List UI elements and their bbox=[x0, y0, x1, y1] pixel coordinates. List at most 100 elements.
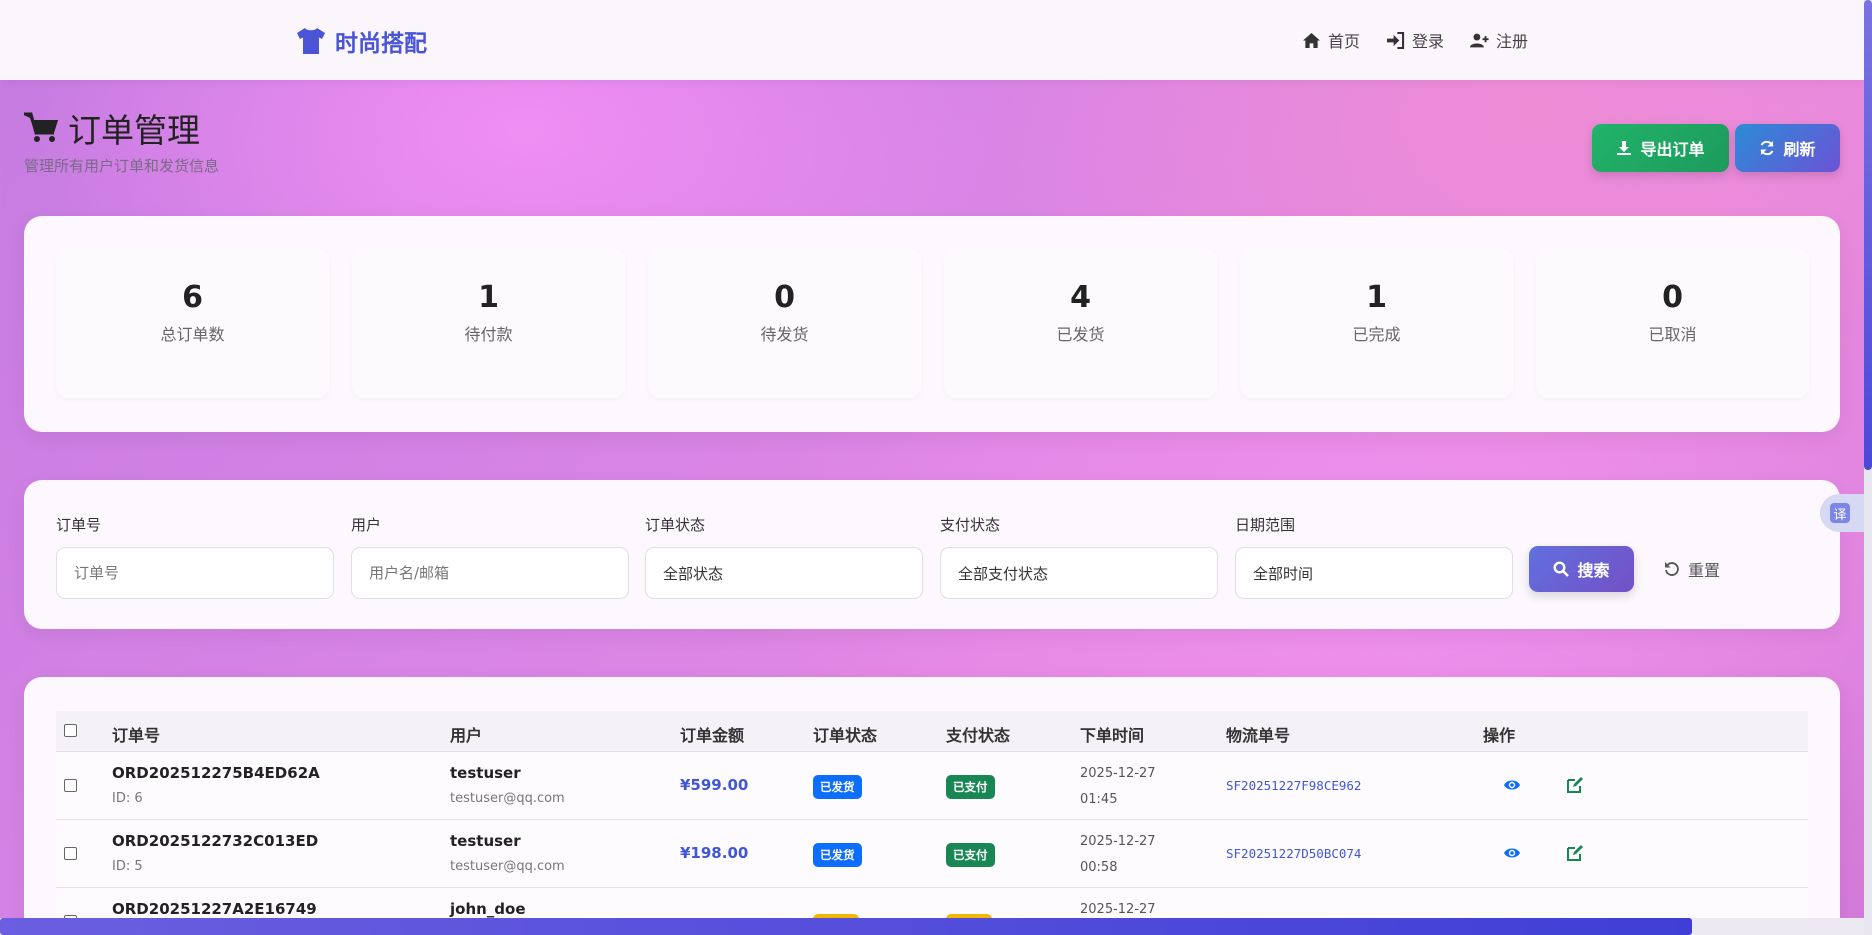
search-button[interactable]: 搜索 bbox=[1529, 546, 1634, 592]
order-status-cell: 已发货 bbox=[813, 775, 862, 799]
reset-label: 重置 bbox=[1688, 561, 1721, 580]
order-no-input[interactable] bbox=[56, 547, 334, 599]
stat-value: 6 bbox=[182, 280, 203, 315]
pay-status-select[interactable]: 全部支付状态 bbox=[940, 547, 1218, 599]
export-orders-label: 导出订单 bbox=[1640, 140, 1705, 159]
user-cell: testuser testuser@qq.com bbox=[450, 832, 565, 874]
order-status-field: 订单状态 全部状态 bbox=[645, 514, 923, 599]
nav-login-link[interactable]: 登录 bbox=[1386, 28, 1444, 52]
order-status-label: 订单状态 bbox=[645, 516, 706, 534]
tracking-number[interactable]: SF20251227F98CE962 bbox=[1226, 778, 1361, 793]
user-email: testuser@qq.com bbox=[450, 859, 565, 874]
table-header: 订单号 用户 订单金额 订单状态 支付状态 下单时间 物流单号 操作 bbox=[56, 711, 1808, 752]
horizontal-scrollbar[interactable] bbox=[0, 918, 1864, 935]
order-cell: ORD2025122732C013ED ID: 5 bbox=[112, 832, 318, 874]
brand-name: 时尚搭配 bbox=[335, 31, 427, 57]
orders-table-card: 订单号 用户 订单金额 订单状态 支付状态 下单时间 物流单号 操作 ORD20… bbox=[24, 677, 1840, 935]
brand[interactable]: 时尚搭配 bbox=[295, 24, 427, 58]
date-range-select[interactable]: 全部时间 bbox=[1235, 547, 1513, 599]
stat-cancelled: 0 已取消 bbox=[1536, 248, 1809, 398]
order-cell: ORD202512275B4ED62A ID: 6 bbox=[112, 764, 320, 806]
stat-value: 0 bbox=[1662, 280, 1683, 315]
row-checkbox[interactable] bbox=[64, 779, 77, 792]
stat-total-orders: 6 总订单数 bbox=[56, 248, 329, 398]
nav-home-label: 首页 bbox=[1328, 32, 1361, 51]
page-subtitle: 管理所有用户订单和发货信息 bbox=[24, 157, 220, 175]
refresh-icon bbox=[1761, 140, 1774, 156]
user-cell: testuser testuser@qq.com bbox=[450, 764, 565, 806]
col-amount: 订单金额 bbox=[680, 726, 745, 745]
nav-home-link[interactable]: 首页 bbox=[1302, 28, 1360, 52]
user-label: 用户 bbox=[351, 516, 382, 534]
horizontal-scroll-thumb[interactable] bbox=[0, 918, 1692, 935]
user-name: testuser bbox=[450, 764, 521, 782]
stat-completed: 1 已完成 bbox=[1240, 248, 1513, 398]
pay-status-badge: 已支付 bbox=[946, 775, 995, 799]
translate-button[interactable]: 译 bbox=[1820, 494, 1866, 532]
select-all-checkbox[interactable] bbox=[64, 724, 77, 737]
user-name: john_doe bbox=[450, 900, 526, 918]
reset-button[interactable]: 重置 bbox=[1664, 546, 1764, 592]
edit-icon[interactable] bbox=[1566, 776, 1584, 794]
vertical-scroll-thumb[interactable] bbox=[1864, 0, 1872, 470]
col-tracking: 物流单号 bbox=[1226, 726, 1291, 745]
order-time-cell: 2025-12-27 00:58 bbox=[1080, 829, 1156, 881]
order-number: ORD202512275B4ED62A bbox=[112, 764, 320, 782]
order-time-cell: 2025-12-27 01:45 bbox=[1080, 761, 1156, 813]
download-icon bbox=[1617, 141, 1632, 155]
stats-card: 6 总订单数 1 待付款 0 待发货 4 已发货 1 已完成 0 已取消 bbox=[24, 216, 1840, 432]
pay-status-cell: 已支付 bbox=[946, 775, 995, 799]
nav-links: 首页 登录 注册 bbox=[1302, 28, 1528, 52]
user-plus-icon bbox=[1470, 33, 1489, 47]
nav-register-link[interactable]: 注册 bbox=[1470, 28, 1528, 52]
col-pay-status: 支付状态 bbox=[946, 726, 1011, 745]
user-field: 用户 bbox=[351, 514, 629, 599]
shopping-cart-icon bbox=[24, 112, 58, 142]
nav-register-label: 注册 bbox=[1496, 32, 1529, 51]
view-eye-icon[interactable] bbox=[1503, 776, 1521, 794]
tracking-number[interactable]: SF20251227D50BC074 bbox=[1226, 846, 1361, 861]
refresh-button[interactable]: 刷新 bbox=[1735, 124, 1840, 172]
pay-status-badge: 已支付 bbox=[946, 843, 995, 867]
navbar: 时尚搭配 首页 登录 注册 bbox=[0, 0, 1864, 80]
pay-status-field: 支付状态 全部支付状态 bbox=[940, 514, 1218, 599]
order-number: ORD20251227A2E16749 bbox=[112, 900, 317, 918]
user-email: testuser@qq.com bbox=[450, 791, 565, 806]
order-status-cell: 已发货 bbox=[813, 843, 862, 867]
table-row: ORD2025122732C013ED ID: 5 testuser testu… bbox=[56, 820, 1808, 888]
col-order-status: 订单状态 bbox=[813, 726, 878, 745]
order-status-badge: 已发货 bbox=[813, 843, 862, 867]
order-no-label: 订单号 bbox=[56, 516, 102, 534]
order-number: ORD2025122732C013ED bbox=[112, 832, 319, 850]
stat-label: 待发货 bbox=[760, 325, 809, 344]
pay-status-label: 支付状态 bbox=[940, 516, 1001, 534]
table-row: ORD202512275B4ED62A ID: 6 testuser testu… bbox=[56, 752, 1808, 820]
home-icon bbox=[1303, 32, 1320, 48]
filter-card: 订单号 用户 订单状态 全部状态 支付状态 全部支付状态 日期范围 全部时间 搜… bbox=[24, 480, 1840, 629]
search-label: 搜索 bbox=[1577, 561, 1610, 580]
view-eye-icon[interactable] bbox=[1503, 844, 1521, 862]
col-actions: 操作 bbox=[1483, 726, 1516, 745]
undo-icon bbox=[1665, 562, 1679, 576]
stat-value: 0 bbox=[774, 280, 795, 315]
stat-value: 1 bbox=[1366, 280, 1387, 315]
order-time: 00:58 bbox=[1080, 860, 1118, 875]
order-amount: ¥599.00 bbox=[680, 776, 749, 794]
pay-status-cell: 已支付 bbox=[946, 843, 995, 867]
order-status-select[interactable]: 全部状态 bbox=[645, 547, 923, 599]
stat-label: 已取消 bbox=[1648, 325, 1697, 344]
search-icon bbox=[1553, 561, 1570, 577]
stat-value: 1 bbox=[478, 280, 499, 315]
user-input[interactable] bbox=[351, 547, 629, 599]
vertical-scrollbar[interactable] bbox=[1864, 0, 1872, 935]
export-orders-button[interactable]: 导出订单 bbox=[1592, 124, 1729, 172]
order-date: 2025-12-27 bbox=[1080, 834, 1156, 849]
stat-pending-shipment: 0 待发货 bbox=[648, 248, 921, 398]
order-status-badge: 已发货 bbox=[813, 775, 862, 799]
order-cell: ORD20251227A2E16749 bbox=[112, 900, 317, 918]
edit-icon[interactable] bbox=[1566, 844, 1584, 862]
stat-pending-payment: 1 待付款 bbox=[352, 248, 625, 398]
row-checkbox[interactable] bbox=[64, 847, 77, 860]
order-no-field: 订单号 bbox=[56, 514, 334, 599]
stat-label: 待付款 bbox=[464, 325, 513, 344]
